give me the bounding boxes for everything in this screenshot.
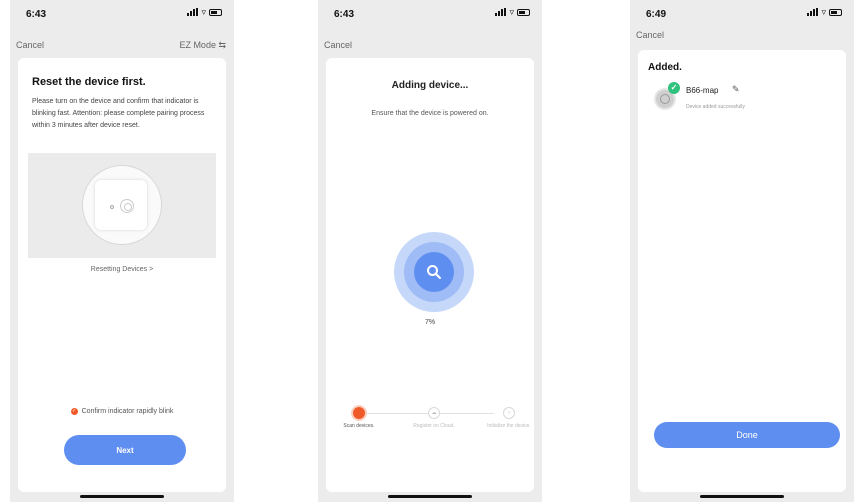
reset-button-icon [120,199,134,213]
check-icon: ✓ [70,408,78,415]
scan-step-icon [353,407,365,419]
cancel-button[interactable]: Cancel [324,40,352,50]
scanning-animation [394,232,474,312]
device-circle [82,165,162,245]
phone-screen-reset: 6:43 ▿ Cancel EZ Mode ⇆ Reset the device… [10,0,234,502]
step-label: Scan devices. [343,423,375,429]
home-indicator [80,495,164,498]
cancel-button[interactable]: Cancel [636,30,664,40]
device-image [95,180,147,230]
confirm-label: Confirm indicator rapidly blink [81,408,174,415]
progress-percent: 7% [424,319,436,326]
page-title: Reset the device first. [32,76,146,88]
wifi-icon: ▿ [821,7,826,17]
signal-icon [807,8,819,16]
battery-icon [517,8,530,16]
status-bar: 6:43 ▿ [318,0,542,26]
signal-icon [187,8,199,16]
search-icon [414,252,454,292]
page-subtitle: Ensure that the device is powered on. [371,110,489,117]
wifi-icon: ▿ [509,7,514,17]
phone-screen-adding: 6:43 ▿ Cancel Adding device... Ensure th… [318,0,542,502]
next-button[interactable]: Next [64,435,186,465]
resetting-devices-link[interactable]: Resetting Devices > [18,266,226,273]
cancel-button[interactable]: Cancel [16,40,44,50]
device-status: Device added successfully [686,104,745,110]
content-card: Reset the device first. Please turn on t… [18,58,226,492]
cloud-step-icon: ☁ [428,407,440,419]
device-name: B66-map [686,86,719,95]
content-card: Added. ✓ B66-map ✎ Device added successf… [638,50,846,492]
confirm-checkbox[interactable]: ✓ Confirm indicator rapidly blink [18,408,226,415]
page-title: Added. [648,62,682,73]
page-title: Adding device... [391,80,469,91]
content-card: Adding device... Ensure that the device … [326,58,534,492]
ez-mode-button[interactable]: EZ Mode ⇆ [179,40,226,51]
signal-icon [495,8,507,16]
battery-icon [209,8,222,16]
wifi-icon: ▿ [201,7,206,17]
phone-screen-added: 6:49 ▿ Cancel Added. ✓ B66-map ✎ Device … [630,0,854,502]
status-bar: 6:43 ▿ [10,0,234,26]
step-label: Initialize the device. [487,423,531,429]
step-register: ☁ Register on Cloud. [409,407,459,429]
home-indicator [388,495,472,498]
status-time: 6:43 [26,9,47,20]
home-indicator [700,495,784,498]
step-label: Register on Cloud. [413,423,455,429]
device-step-icon: ○ [503,407,515,419]
status-time: 6:43 [334,9,355,20]
status-time: 6:49 [646,9,667,20]
done-button[interactable]: Done [654,422,840,448]
device-illustration [28,153,216,258]
instructions-text: Please turn on the device and confirm th… [32,98,205,129]
check-icon: ✓ [668,82,680,94]
indicator-led-icon [110,205,114,209]
step-initialize: ○ Initialize the device. [484,407,534,429]
battery-icon [829,8,842,16]
status-bar: 6:49 ▿ [630,0,854,26]
step-scan: Scan devices. [334,407,384,429]
pencil-icon[interactable]: ✎ [732,84,740,95]
